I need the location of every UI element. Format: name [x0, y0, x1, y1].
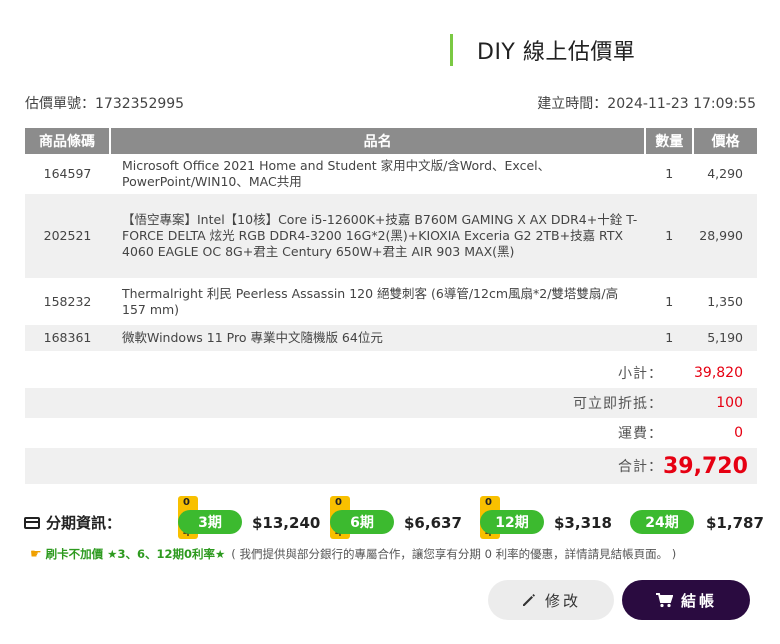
created-time: 建立時間：2024-11-23 17:09:55: [537, 96, 756, 112]
installment-amount: $1,787: [706, 514, 764, 532]
header-code: 商品條碼: [25, 128, 111, 154]
discount-label: 可立即折抵：: [573, 396, 663, 412]
header-price: 價格: [693, 128, 757, 154]
subtotal-value: 39,820: [694, 365, 743, 381]
credit-card-icon: [24, 516, 40, 529]
item-code: 168361: [25, 325, 110, 351]
items-table: 商品條碼 品名 數量 價格 164597 Microsoft Office 20…: [25, 128, 757, 351]
item-price: 28,990: [693, 194, 757, 278]
subtotal-row: 小計： 39,820: [25, 358, 757, 388]
installment-info: 分期資訊： 0利率 3期 $13,240 0利率 6期 $6,637 0利率 1…: [22, 496, 764, 540]
total-row: 合計： 39,720: [25, 448, 757, 484]
item-qty: 1: [645, 194, 694, 278]
shipping-label: 運費：: [618, 426, 663, 442]
total-label: 合計：: [618, 459, 663, 475]
term-pill: 3期: [178, 510, 242, 534]
shipping-value: 0: [734, 425, 743, 441]
item-code: 202521: [25, 194, 110, 278]
installment-title: 分期資訊：: [24, 512, 121, 533]
header-qty: 數量: [645, 128, 695, 154]
item-name[interactable]: Microsoft Office 2021 Home and Student 家…: [110, 154, 646, 194]
quote-number: 估價單號：1732352995: [25, 96, 185, 112]
edit-button-label: 修改: [544, 591, 581, 610]
note-text: ( 我們提供與部分銀行的專屬合作，讓您享有分期 0 利率的優惠，詳情請見結帳頁面…: [231, 547, 677, 561]
item-qty: 1: [645, 278, 694, 325]
header-name: 品名: [110, 128, 647, 154]
installment-amount: $6,637: [404, 514, 462, 532]
page-title: DIY 線上估價單: [477, 40, 636, 65]
table-header-row: 商品條碼 品名 數量 價格: [25, 128, 757, 154]
item-price: 4,290: [693, 154, 757, 194]
item-name[interactable]: 微軟Windows 11 Pro 專業中文隨機版 64位元: [110, 325, 646, 351]
note-highlight: 刷卡不加價 ★3、6、12期0利率★: [45, 547, 226, 561]
title-accent-bar: [450, 34, 453, 66]
page-header: DIY 線上估價單: [450, 34, 635, 66]
item-code: 164597: [25, 154, 110, 194]
edit-button[interactable]: 修改: [488, 580, 614, 620]
item-qty: 1: [645, 154, 694, 194]
checkout-button[interactable]: 結帳: [622, 580, 750, 620]
item-price: 1,350: [693, 278, 757, 325]
shopping-cart-icon: [655, 593, 673, 608]
term-pill: 12期: [480, 510, 544, 534]
installment-amount: $13,240: [252, 514, 321, 532]
shipping-row: 運費： 0: [25, 418, 757, 448]
total-value: 39,720: [663, 453, 748, 479]
installment-amount: $3,318: [554, 514, 612, 532]
table-row: 202521 【悟空專案】Intel【10核】Core i5-12600K+技嘉…: [25, 194, 757, 278]
discount-value: 100: [716, 395, 743, 411]
term-pill: 24期: [630, 510, 694, 534]
discount-row: 可立即折抵： 100: [25, 388, 757, 418]
pointing-hand-icon: ☛: [30, 546, 42, 562]
item-qty: 1: [645, 325, 694, 351]
table-row: 168361 微軟Windows 11 Pro 專業中文隨機版 64位元 1 5…: [25, 325, 757, 351]
item-name[interactable]: 【悟空專案】Intel【10核】Core i5-12600K+技嘉 B760M …: [110, 194, 646, 278]
installment-title-text: 分期資訊：: [46, 514, 122, 532]
item-code: 158232: [25, 278, 110, 325]
subtotal-label: 小計：: [618, 366, 663, 382]
table-row: 164597 Microsoft Office 2021 Home and St…: [25, 154, 757, 194]
installment-note: ☛ 刷卡不加價 ★3、6、12期0利率★ ( 我們提供與部分銀行的專屬合作，讓您…: [30, 546, 676, 562]
term-pill: 6期: [330, 510, 394, 534]
item-name[interactable]: Thermalright 利民 Peerless Assassin 120 絕雙…: [110, 278, 646, 325]
item-price: 5,190: [693, 325, 757, 351]
pencil-icon: [522, 594, 535, 606]
checkout-button-label: 結帳: [680, 591, 717, 610]
order-summary: 小計： 39,820 可立即折抵： 100 運費： 0 合計： 39,720: [25, 358, 757, 484]
table-row: 158232 Thermalright 利民 Peerless Assassin…: [25, 278, 757, 325]
